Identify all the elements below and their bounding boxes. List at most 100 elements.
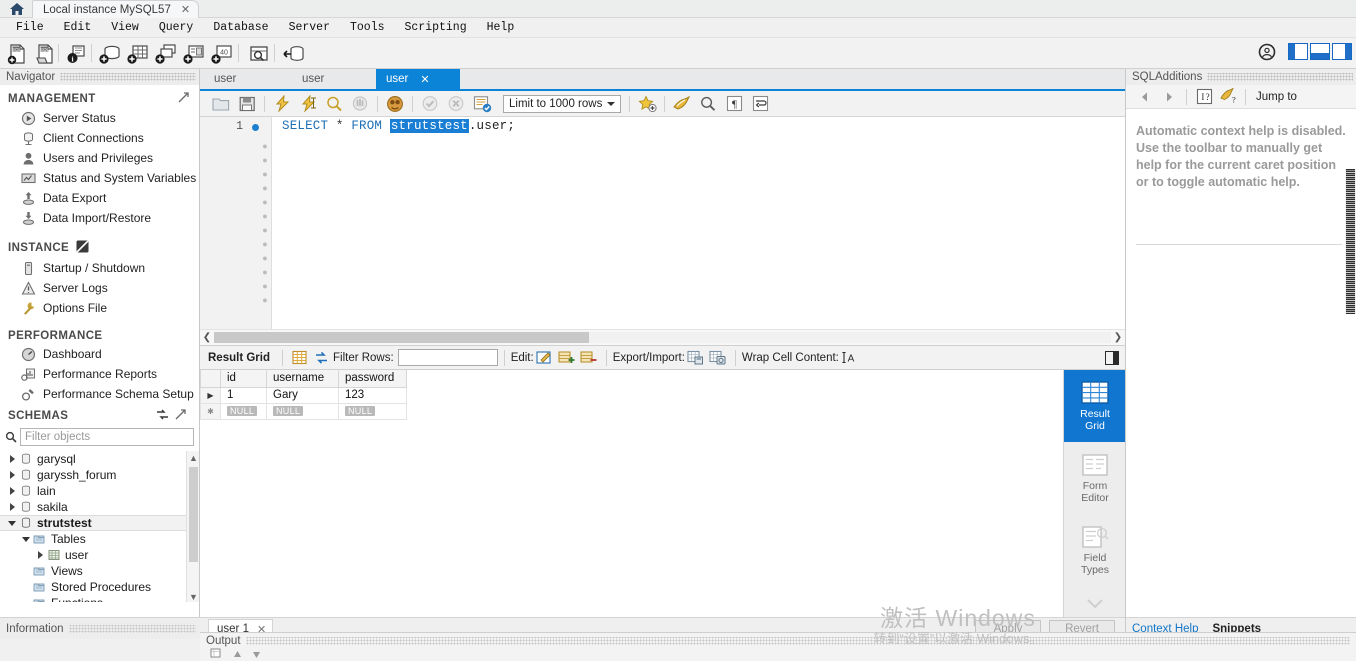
insert-row-icon[interactable] xyxy=(556,348,578,368)
sql-tab-3-active[interactable]: user ✕ xyxy=(376,69,460,89)
sql-code-editor[interactable]: 1 ● ● ● ● ● ● ● ● ● ● ● ● SELECT * FROM strutstes… xyxy=(200,117,1125,329)
table-row[interactable]: ▶ 1 Gary 123 xyxy=(200,386,407,404)
chevron-right-icon[interactable] xyxy=(6,487,18,495)
execute-statement-icon[interactable] xyxy=(269,93,295,115)
editor-horizontal-scrollbar[interactable]: ❮ ❯ xyxy=(200,329,1125,345)
connection-tab[interactable]: Local instance MySQL57 ✕ xyxy=(32,0,200,18)
close-icon[interactable]: ✕ xyxy=(181,3,190,16)
cell-id-null[interactable]: NULL xyxy=(220,402,267,420)
tree-item-strutstest[interactable]: strutstest xyxy=(0,515,199,531)
nav-item-server-logs[interactable]: Server Logs xyxy=(0,278,199,298)
result-tab-result-grid[interactable]: Result Grid xyxy=(1064,370,1126,442)
save-script-icon[interactable] xyxy=(234,93,260,115)
wrap-cell-icon[interactable]: A xyxy=(839,348,861,368)
nav-item-performance-reports[interactable]: Performance Reports xyxy=(0,364,199,384)
tree-item-garysql[interactable]: garysql xyxy=(0,451,199,467)
cell-password[interactable]: 123 xyxy=(338,386,407,404)
tree-item-sakila[interactable]: sakila xyxy=(0,499,199,515)
schema-filter-input[interactable]: Filter objects xyxy=(20,428,194,446)
filter-rows-input[interactable] xyxy=(397,349,498,366)
find-icon[interactable] xyxy=(695,93,721,115)
context-help-scrollbar[interactable] xyxy=(1345,169,1356,314)
tree-item-views[interactable]: Views xyxy=(0,563,199,579)
context-help-icon[interactable]: I? xyxy=(1193,87,1215,107)
new-row-marker[interactable]: ✱ xyxy=(200,402,221,420)
result-tab-form-editor[interactable]: Form Editor xyxy=(1064,442,1126,514)
refresh-icon[interactable] xyxy=(156,409,169,423)
reconnect-server-icon[interactable] xyxy=(281,41,307,66)
sql-selected-token[interactable]: strutstest xyxy=(389,119,469,133)
scroll-right-icon[interactable]: ❯ xyxy=(1111,332,1125,343)
automatic-help-icon[interactable]: ? xyxy=(1217,87,1239,107)
menu-edit[interactable]: Edit xyxy=(54,19,102,36)
import-recordset-icon[interactable] xyxy=(707,348,729,368)
commit-icon[interactable] xyxy=(417,93,443,115)
toggle-output-button[interactable] xyxy=(1310,43,1330,60)
scrollbar-thumb[interactable] xyxy=(214,332,589,343)
scroll-down-icon[interactable]: ▼ xyxy=(187,590,199,602)
cell-id[interactable]: 1 xyxy=(220,386,267,404)
chevron-right-icon[interactable] xyxy=(6,471,18,479)
tree-item-lain[interactable]: lain xyxy=(0,483,199,499)
menu-help[interactable]: Help xyxy=(477,19,525,36)
refresh-grid-icon[interactable] xyxy=(311,348,333,368)
tree-item-garyssh-forum[interactable]: garyssh_forum xyxy=(0,467,199,483)
grid-view-icon[interactable] xyxy=(289,348,311,368)
nav-item-data-import-restore[interactable]: Data Import/Restore xyxy=(0,208,199,228)
nav-item-status-system-variables[interactable]: Status and System Variables xyxy=(0,168,199,188)
menu-file[interactable]: File xyxy=(6,19,54,36)
chevron-down-icon[interactable] xyxy=(6,520,18,526)
tree-item-functions[interactable]: Functions xyxy=(0,595,199,602)
toggle-sidebar-button[interactable] xyxy=(1288,43,1308,60)
nav-item-performance-schema-setup[interactable]: Performance Schema Setup xyxy=(0,384,199,404)
column-header-password[interactable]: password xyxy=(338,370,407,388)
jump-to-label[interactable]: Jump to xyxy=(1256,91,1297,103)
menu-tools[interactable]: Tools xyxy=(340,19,395,36)
limit-rows-select[interactable]: Limit to 1000 rows xyxy=(503,94,621,113)
output-up-icon[interactable] xyxy=(233,648,242,661)
open-script-icon[interactable] xyxy=(208,93,234,115)
back-arrow-icon[interactable] xyxy=(1134,87,1156,107)
tree-item-stored-procedures[interactable]: Stored Procedures xyxy=(0,579,199,595)
schema-tree-scrollbar[interactable]: ▲ ▼ xyxy=(186,451,199,602)
output-down-icon[interactable] xyxy=(252,648,261,661)
result-tab-field-types[interactable]: Field Types xyxy=(1064,514,1126,586)
cell-username[interactable]: Gary xyxy=(266,386,339,404)
stop-execution-icon[interactable] xyxy=(347,93,373,115)
open-sql-script-icon[interactable]: SQL xyxy=(32,41,58,66)
sql-tab-2[interactable]: user xyxy=(292,69,376,89)
edit-cell-icon[interactable] xyxy=(534,348,556,368)
wrap-lines-icon[interactable] xyxy=(747,93,773,115)
menu-scripting[interactable]: Scripting xyxy=(395,19,477,36)
chevron-down-icon[interactable] xyxy=(607,101,615,106)
scroll-left-icon[interactable]: ❮ xyxy=(200,332,214,343)
close-icon[interactable]: ✕ xyxy=(420,73,429,86)
table-row-new[interactable]: ✱ NULL NULL NULL xyxy=(200,402,407,420)
cell-username-null[interactable]: NULL xyxy=(266,402,339,420)
help-globe-icon[interactable] xyxy=(1258,43,1276,61)
save-snippet-icon[interactable] xyxy=(634,93,660,115)
column-header-id[interactable]: id xyxy=(220,370,267,388)
export-recordset-icon[interactable] xyxy=(685,348,707,368)
nav-item-users-privileges[interactable]: Users and Privileges xyxy=(0,148,199,168)
nav-item-data-export[interactable]: Data Export xyxy=(0,188,199,208)
scrollbar-thumb[interactable] xyxy=(1346,169,1355,314)
column-header-username[interactable]: username xyxy=(266,370,339,388)
output-filter-icon[interactable] xyxy=(210,648,223,661)
row-selector[interactable]: ▶ xyxy=(200,386,221,404)
nav-item-dashboard[interactable]: Dashboard xyxy=(0,344,199,364)
toggle-stop-on-error-icon[interactable] xyxy=(382,93,408,115)
rollback-icon[interactable] xyxy=(443,93,469,115)
nav-item-startup-shutdown[interactable]: Startup / Shutdown xyxy=(0,258,199,278)
search-data-icon[interactable] xyxy=(246,41,272,66)
scrollbar-thumb[interactable] xyxy=(189,467,198,562)
new-table-icon[interactable] xyxy=(125,41,151,66)
toggle-autocommit-icon[interactable] xyxy=(469,93,495,115)
new-schema-icon[interactable] xyxy=(97,41,123,66)
menu-view[interactable]: View xyxy=(101,19,149,36)
chevron-right-icon[interactable] xyxy=(34,551,46,559)
chevron-right-icon[interactable] xyxy=(6,455,18,463)
new-sql-tab-icon[interactable]: SQL xyxy=(4,41,30,66)
new-stored-procedure-icon[interactable] xyxy=(181,41,207,66)
sql-tab-1[interactable]: user xyxy=(204,69,292,89)
